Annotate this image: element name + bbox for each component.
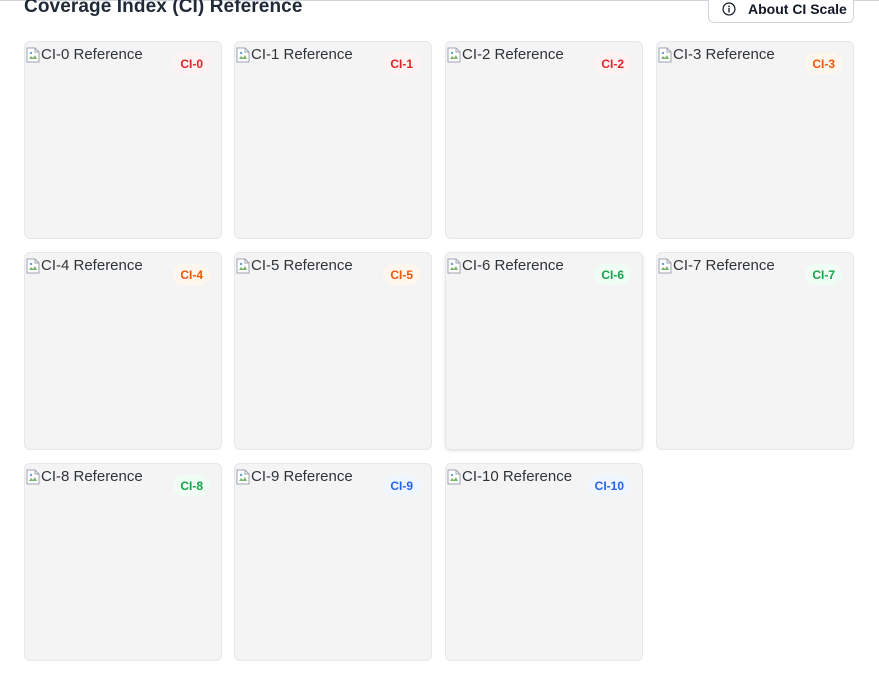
- image-alt-text: CI-0 Reference: [41, 46, 143, 63]
- broken-image-icon: [236, 47, 250, 62]
- ci-reference-card[interactable]: CI-9 Reference CI-9: [234, 463, 432, 661]
- image-alt-text: CI-1 Reference: [251, 46, 353, 63]
- broken-image-icon: [26, 469, 40, 484]
- image-alt-text: CI-7 Reference: [673, 257, 775, 274]
- reference-image: CI-9 Reference: [236, 468, 353, 485]
- ci-reference-card[interactable]: CI-0 Reference CI-0: [24, 41, 222, 239]
- ci-reference-card[interactable]: CI-8 Reference CI-8: [24, 463, 222, 661]
- info-circle-icon: [722, 1, 736, 16]
- reference-image: CI-8 Reference: [26, 468, 143, 485]
- reference-image: CI-2 Reference: [447, 46, 564, 63]
- ci-badge: CI-5: [383, 264, 420, 285]
- reference-image: CI-3 Reference: [658, 46, 775, 63]
- image-alt-text: CI-2 Reference: [462, 46, 564, 63]
- ci-badge: CI-1: [383, 53, 420, 74]
- image-alt-text: CI-9 Reference: [251, 468, 353, 485]
- broken-image-icon: [447, 47, 461, 62]
- ci-badge: CI-10: [587, 475, 631, 496]
- broken-image-icon: [26, 47, 40, 62]
- ci-reference-card[interactable]: CI-10 Reference CI-10: [445, 463, 643, 661]
- image-alt-text: CI-10 Reference: [462, 468, 573, 485]
- broken-image-icon: [658, 258, 672, 273]
- reference-image: CI-5 Reference: [236, 257, 353, 274]
- image-alt-text: CI-5 Reference: [251, 257, 353, 274]
- ci-reference-card[interactable]: CI-1 Reference CI-1: [234, 41, 432, 239]
- broken-image-icon: [236, 469, 250, 484]
- image-alt-text: CI-3 Reference: [673, 46, 775, 63]
- ci-reference-card[interactable]: CI-3 Reference CI-3: [656, 41, 854, 239]
- ci-badge: CI-3: [805, 53, 842, 74]
- reference-image: CI-4 Reference: [26, 257, 143, 274]
- reference-image: CI-1 Reference: [236, 46, 353, 63]
- reference-image: CI-0 Reference: [26, 46, 143, 63]
- reference-image: CI-7 Reference: [658, 257, 775, 274]
- broken-image-icon: [447, 258, 461, 273]
- ci-badge: CI-9: [383, 475, 420, 496]
- image-alt-text: CI-6 Reference: [462, 257, 564, 274]
- broken-image-icon: [658, 47, 672, 62]
- page-title: Coverage Index (CI) Reference: [24, 0, 303, 17]
- ci-badge: CI-7: [805, 264, 842, 285]
- ci-reference-card[interactable]: CI-5 Reference CI-5: [234, 252, 432, 450]
- image-alt-text: CI-4 Reference: [41, 257, 143, 274]
- ci-reference-grid: CI-0 Reference CI-0 CI-1 Reference CI-1 CI-2…: [24, 41, 855, 661]
- ci-reference-card[interactable]: CI-2 Reference CI-2: [445, 41, 643, 239]
- ci-reference-card[interactable]: CI-4 Reference CI-4: [24, 252, 222, 450]
- broken-image-icon: [236, 258, 250, 273]
- ci-reference-card[interactable]: CI-7 Reference CI-7: [656, 252, 854, 450]
- ci-badge: CI-0: [173, 53, 210, 74]
- reference-image: CI-6 Reference: [447, 257, 564, 274]
- broken-image-icon: [447, 469, 461, 484]
- about-ci-scale-label: About CI Scale: [748, 0, 847, 17]
- about-ci-scale-button[interactable]: About CI Scale: [708, 0, 854, 23]
- ci-badge: CI-4: [173, 264, 210, 285]
- ci-badge: CI-8: [173, 475, 210, 496]
- image-alt-text: CI-8 Reference: [41, 468, 143, 485]
- ci-reference-card[interactable]: CI-6 Reference CI-6: [445, 252, 643, 450]
- ci-badge: CI-2: [594, 53, 631, 74]
- broken-image-icon: [26, 258, 40, 273]
- reference-image: CI-10 Reference: [447, 468, 572, 485]
- ci-badge: CI-6: [594, 264, 631, 285]
